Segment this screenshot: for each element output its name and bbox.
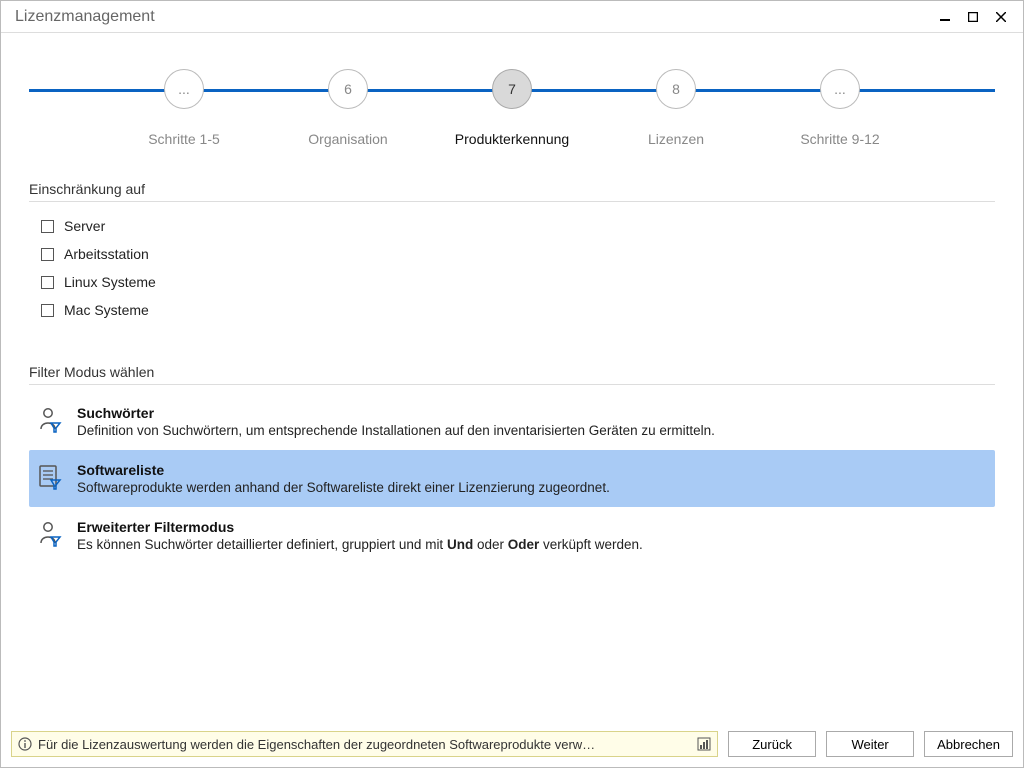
restriction-item-server[interactable]: Server [29, 212, 995, 240]
close-icon [996, 12, 1006, 22]
filter-option-texts: Suchwörter Definition von Suchwörtern, u… [77, 405, 985, 438]
step-9-12[interactable]: ... Schritte 9-12 [780, 69, 900, 147]
checkbox-icon[interactable] [41, 220, 54, 233]
minimize-button[interactable] [931, 5, 959, 29]
filter-option-erweitert[interactable]: Erweiterter Filtermodus Es können Suchwö… [29, 507, 995, 564]
window-title: Lizenzmanagement [9, 8, 931, 26]
step-label: Schritte 1-5 [148, 131, 220, 147]
filter-mode-options: Suchwörter Definition von Suchwörtern, u… [29, 393, 995, 564]
step-circle: ... [164, 69, 204, 109]
filter-option-texts: Softwareliste Softwareprodukte werden an… [77, 462, 985, 495]
text: Es können Suchwörter detaillierter defin… [77, 537, 447, 552]
checkbox-icon[interactable] [41, 276, 54, 289]
bold-text: Oder [508, 537, 540, 552]
checkbox-icon[interactable] [41, 248, 54, 261]
back-button[interactable]: Zurück [728, 731, 816, 757]
maximize-icon [968, 12, 978, 22]
checkbox-label: Mac Systeme [64, 302, 149, 318]
next-button[interactable]: Weiter [826, 731, 914, 757]
wizard-stepper: ... Schritte 1-5 6 Organisation 7 Produk… [29, 69, 995, 149]
info-bar: Für die Lizenzauswertung werden die Eige… [11, 731, 718, 757]
filter-option-title: Softwareliste [77, 462, 985, 478]
restriction-item-linux[interactable]: Linux Systeme [29, 268, 995, 296]
chart-icon[interactable] [697, 737, 711, 751]
text: verküpft werden. [539, 537, 643, 552]
restriction-item-arbeitsstation[interactable]: Arbeitsstation [29, 240, 995, 268]
step-circle: 8 [656, 69, 696, 109]
bold-text: Und [447, 537, 473, 552]
person-filter-icon [37, 407, 63, 433]
filter-option-title: Erweiterter Filtermodus [77, 519, 985, 535]
filter-option-desc: Softwareprodukte werden anhand der Softw… [77, 480, 985, 495]
step-circle: ... [820, 69, 860, 109]
titlebar: Lizenzmanagement [1, 1, 1023, 33]
checkbox-label: Linux Systeme [64, 274, 156, 290]
step-label: Lizenzen [648, 131, 704, 147]
checkbox-label: Arbeitsstation [64, 246, 149, 262]
restriction-item-mac[interactable]: Mac Systeme [29, 296, 995, 324]
filter-option-suchwoerter[interactable]: Suchwörter Definition von Suchwörtern, u… [29, 393, 995, 450]
step-1-5[interactable]: ... Schritte 1-5 [124, 69, 244, 147]
step-label: Organisation [308, 131, 387, 147]
step-produkterkennung[interactable]: 7 Produkterkennung [452, 69, 572, 147]
info-text: Für die Lizenzauswertung werden die Eige… [38, 737, 691, 752]
stepper-nodes: ... Schritte 1-5 6 Organisation 7 Produk… [29, 69, 995, 147]
content-area: ... Schritte 1-5 6 Organisation 7 Produk… [1, 33, 1023, 723]
checkbox-icon[interactable] [41, 304, 54, 317]
filter-option-desc: Es können Suchwörter detaillierter defin… [77, 537, 985, 552]
step-label: Schritte 9-12 [800, 131, 879, 147]
step-lizenzen[interactable]: 8 Lizenzen [616, 69, 736, 147]
restriction-section-title: Einschränkung auf [29, 181, 995, 202]
close-button[interactable] [987, 5, 1015, 29]
filter-mode-section-title: Filter Modus wählen [29, 364, 995, 385]
filter-option-softwareliste[interactable]: Softwareliste Softwareprodukte werden an… [29, 450, 995, 507]
step-circle: 6 [328, 69, 368, 109]
person-filter-icon [37, 521, 63, 547]
restriction-checklist: Server Arbeitsstation Linux Systeme Mac … [29, 212, 995, 324]
footer: Für die Lizenzauswertung werden die Eige… [1, 723, 1023, 767]
step-circle: 7 [492, 69, 532, 109]
text: oder [473, 537, 508, 552]
step-organisation[interactable]: 6 Organisation [288, 69, 408, 147]
cancel-button[interactable]: Abbrechen [924, 731, 1013, 757]
list-filter-icon [37, 464, 63, 490]
info-icon [18, 737, 32, 751]
step-label: Produkterkennung [455, 131, 569, 147]
checkbox-label: Server [64, 218, 105, 234]
filter-option-desc: Definition von Suchwörtern, um entsprech… [77, 423, 985, 438]
maximize-button[interactable] [959, 5, 987, 29]
minimize-icon [940, 12, 950, 22]
filter-option-title: Suchwörter [77, 405, 985, 421]
filter-option-texts: Erweiterter Filtermodus Es können Suchwö… [77, 519, 985, 552]
